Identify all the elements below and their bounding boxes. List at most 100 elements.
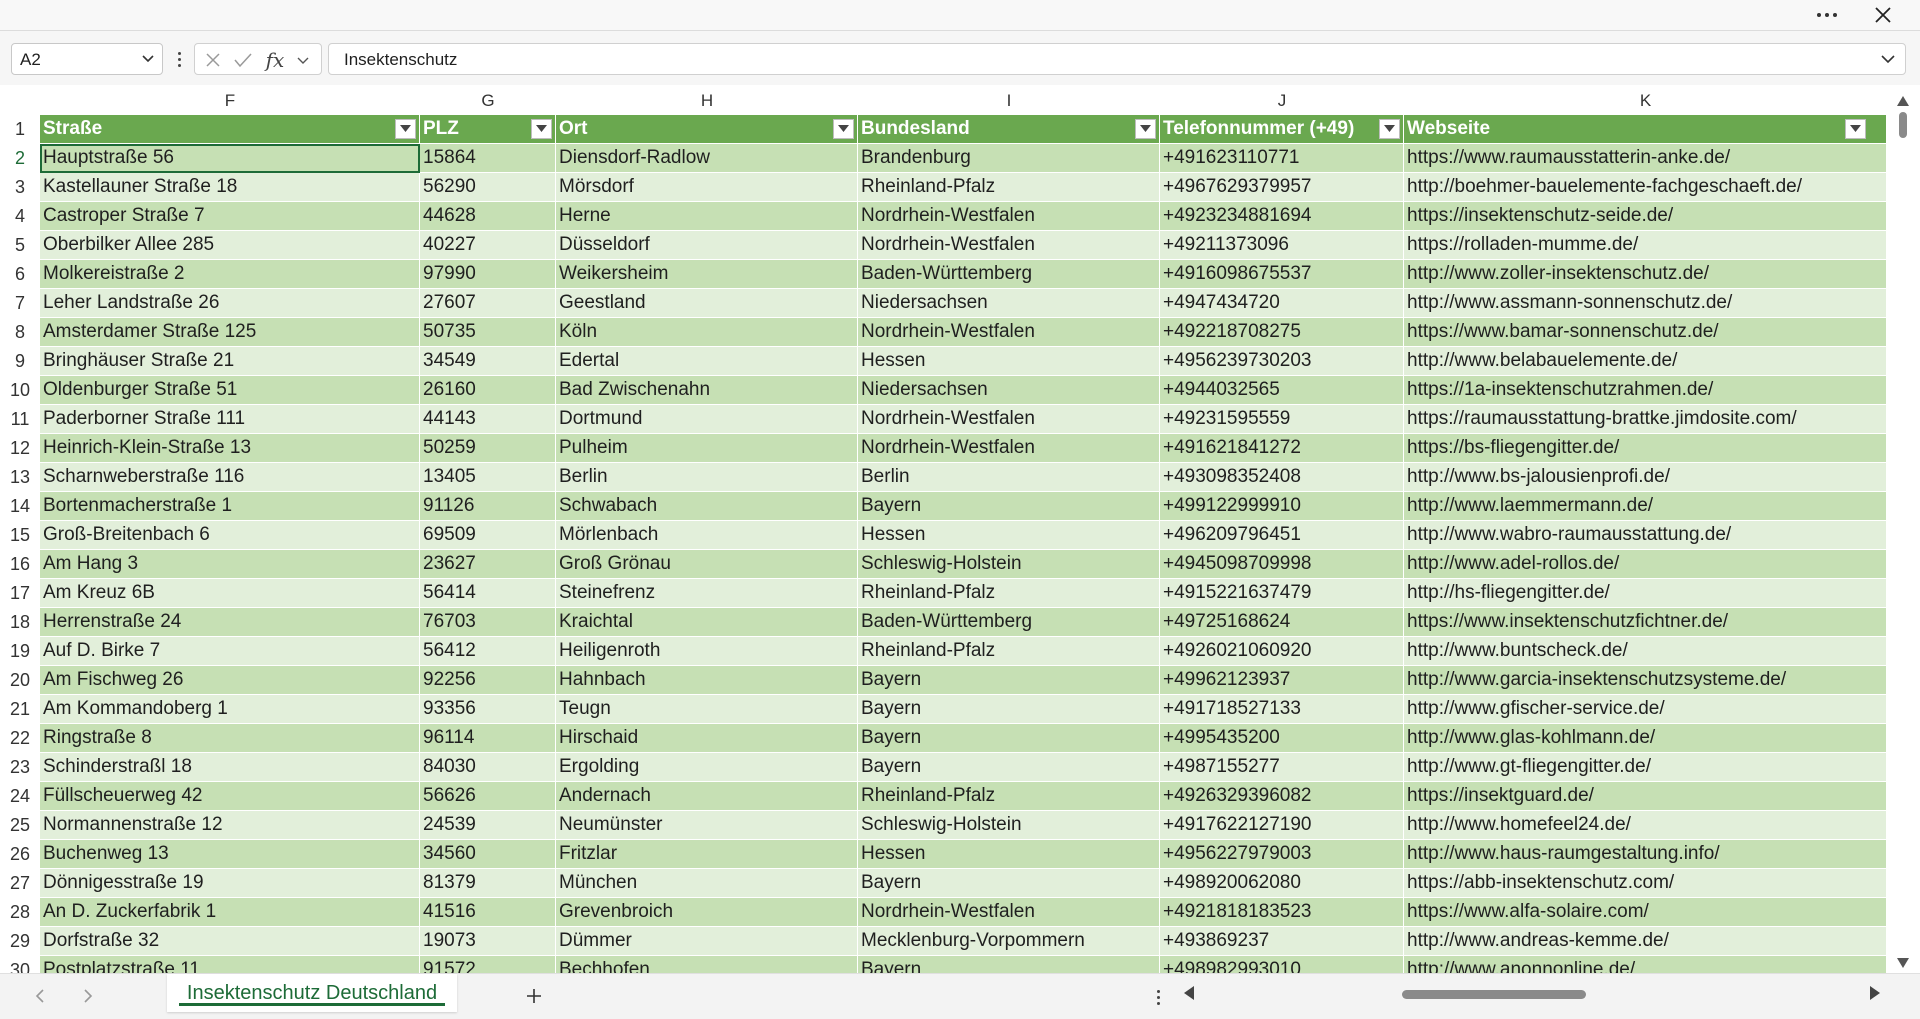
cell-bundesland[interactable]: Baden-Württemberg xyxy=(858,260,1160,288)
cell-strasse[interactable]: Am Kommandoberg 1 xyxy=(40,695,420,723)
row-header[interactable]: 15 xyxy=(0,521,40,550)
cell-webseite[interactable]: http://www.assmann-sonnenschutz.de/ xyxy=(1404,289,1887,317)
header-cell-telefonnummer[interactable]: Telefonnummer (+49) xyxy=(1160,115,1404,143)
cell-plz[interactable]: 44143 xyxy=(420,405,556,433)
cell-strasse[interactable]: Amsterdamer Straße 125 xyxy=(40,318,420,346)
cell-plz[interactable]: 24539 xyxy=(420,811,556,839)
sheet-tab-insektenschutz-deutschland[interactable]: Insektenschutz Deutschland xyxy=(167,974,457,1012)
tab-bar-options-icon[interactable] xyxy=(1154,986,1162,1008)
cell-ort[interactable]: Weikersheim xyxy=(556,260,858,288)
cell-strasse[interactable]: Leher Landstraße 26 xyxy=(40,289,420,317)
cell-ort[interactable]: Geestland xyxy=(556,289,858,317)
cell-telefonnummer[interactable]: +4947434720 xyxy=(1160,289,1404,317)
cancel-icon[interactable] xyxy=(201,48,225,72)
cell-telefonnummer[interactable]: +4926021060920 xyxy=(1160,637,1404,665)
formula-input[interactable]: Insektenschutz xyxy=(328,43,1906,75)
cell-webseite[interactable]: http://www.adel-rollos.de/ xyxy=(1404,550,1887,578)
cell-telefonnummer[interactable]: +4967629379957 xyxy=(1160,173,1404,201)
cell-telefonnummer[interactable]: +4923234881694 xyxy=(1160,202,1404,230)
cell-strasse[interactable]: Scharnweberstraße 116 xyxy=(40,463,420,491)
cell-ort[interactable]: Düsseldorf xyxy=(556,231,858,259)
scroll-down-arrow-icon[interactable] xyxy=(1897,955,1909,973)
cell-webseite[interactable]: http://hs-fliegengitter.de/ xyxy=(1404,579,1887,607)
cell-telefonnummer[interactable]: +491621841272 xyxy=(1160,434,1404,462)
cell-bundesland[interactable]: Nordrhein-Westfalen xyxy=(858,434,1160,462)
cell-ort[interactable]: Berlin xyxy=(556,463,858,491)
row-header[interactable]: 23 xyxy=(0,753,40,782)
cell-webseite[interactable]: https://rolladen-mumme.de/ xyxy=(1404,231,1887,259)
cell-strasse[interactable]: Am Fischweg 26 xyxy=(40,666,420,694)
cell-plz[interactable]: 56626 xyxy=(420,782,556,810)
cell-plz[interactable]: 81379 xyxy=(420,869,556,897)
cell-ort[interactable]: Dümmer xyxy=(556,927,858,955)
cell-bundesland[interactable]: Bayern xyxy=(858,956,1160,973)
cell-telefonnummer[interactable]: +49962123937 xyxy=(1160,666,1404,694)
row-header[interactable]: 14 xyxy=(0,492,40,521)
cell-ort[interactable]: Kraichtal xyxy=(556,608,858,636)
cell-telefonnummer[interactable]: +49231595559 xyxy=(1160,405,1404,433)
cell-bundesland[interactable]: Niedersachsen xyxy=(858,376,1160,404)
cell-telefonnummer[interactable]: +498920062080 xyxy=(1160,869,1404,897)
cell-plz[interactable]: 23627 xyxy=(420,550,556,578)
cell-webseite[interactable]: http://www.anonnonline.de/ xyxy=(1404,956,1887,973)
filter-dropdown-icon[interactable] xyxy=(1135,119,1156,139)
filter-dropdown-icon[interactable] xyxy=(1379,119,1400,139)
row-header[interactable]: 12 xyxy=(0,434,40,463)
cell-telefonnummer[interactable]: +4995435200 xyxy=(1160,724,1404,752)
cell-bundesland[interactable]: Bayern xyxy=(858,695,1160,723)
cell-bundesland[interactable]: Berlin xyxy=(858,463,1160,491)
cell-plz[interactable]: 34560 xyxy=(420,840,556,868)
cell-telefonnummer[interactable]: +499122999910 xyxy=(1160,492,1404,520)
row-header[interactable]: 16 xyxy=(0,550,40,579)
cell-webseite[interactable]: http://www.zoller-insektenschutz.de/ xyxy=(1404,260,1887,288)
column-header-k[interactable]: K xyxy=(1404,87,1887,115)
next-sheet-icon[interactable] xyxy=(78,986,98,1006)
row-header[interactable]: 6 xyxy=(0,260,40,289)
cell-ort[interactable]: Bechhofen xyxy=(556,956,858,973)
cell-strasse[interactable]: Molkereistraße 2 xyxy=(40,260,420,288)
cell-telefonnummer[interactable]: +4926329396082 xyxy=(1160,782,1404,810)
cell-bundesland[interactable]: Bayern xyxy=(858,753,1160,781)
cell-strasse[interactable]: Am Hang 3 xyxy=(40,550,420,578)
cell-ort[interactable]: Steinefrenz xyxy=(556,579,858,607)
filter-dropdown-icon[interactable] xyxy=(395,119,416,139)
cell-ort[interactable]: Schwabach xyxy=(556,492,858,520)
cell-strasse[interactable]: Am Kreuz 6B xyxy=(40,579,420,607)
formula-bar-options-icon[interactable] xyxy=(173,45,185,73)
row-header[interactable]: 19 xyxy=(0,637,40,666)
cell-telefonnummer[interactable]: +4916098675537 xyxy=(1160,260,1404,288)
cell-plz[interactable]: 91126 xyxy=(420,492,556,520)
cell-webseite[interactable]: http://boehmer-bauelemente-fachgeschaeft… xyxy=(1404,173,1887,201)
cell-telefonnummer[interactable]: +498982993010 xyxy=(1160,956,1404,973)
header-cell-ort[interactable]: Ort xyxy=(556,115,858,143)
more-options-icon[interactable] xyxy=(1804,0,1850,30)
cell-ort[interactable]: München xyxy=(556,869,858,897)
row-header[interactable]: 22 xyxy=(0,724,40,753)
cell-plz[interactable]: 27607 xyxy=(420,289,556,317)
row-header[interactable]: 27 xyxy=(0,869,40,898)
cell-plz[interactable]: 91572 xyxy=(420,956,556,973)
horizontal-scroll-thumb[interactable] xyxy=(1402,990,1586,999)
cell-plz[interactable]: 69509 xyxy=(420,521,556,549)
cell-ort[interactable]: Groß Grönau xyxy=(556,550,858,578)
cell-ort[interactable]: Grevenbroich xyxy=(556,898,858,926)
cell-ort[interactable]: Dortmund xyxy=(556,405,858,433)
cell-bundesland[interactable]: Niedersachsen xyxy=(858,289,1160,317)
cell-telefonnummer[interactable]: +4956239730203 xyxy=(1160,347,1404,375)
cell-telefonnummer[interactable]: +49725168624 xyxy=(1160,608,1404,636)
cell-plz[interactable]: 93356 xyxy=(420,695,556,723)
cell-strasse[interactable]: Füllscheuerweg 42 xyxy=(40,782,420,810)
cell-webseite[interactable]: https://insektenschutz-seide.de/ xyxy=(1404,202,1887,230)
cell-strasse[interactable]: Hauptstraße 56 xyxy=(40,144,420,172)
column-header-h[interactable]: H xyxy=(556,87,858,115)
row-header[interactable]: 18 xyxy=(0,608,40,637)
cell-webseite[interactable]: https://abb-insektenschutz.com/ xyxy=(1404,869,1887,897)
cell-bundesland[interactable]: Rheinland-Pfalz xyxy=(858,579,1160,607)
scroll-left-arrow-icon[interactable] xyxy=(1184,986,1194,1005)
row-header[interactable]: 28 xyxy=(0,898,40,927)
cell-plz[interactable]: 50259 xyxy=(420,434,556,462)
cell-bundesland[interactable]: Bayern xyxy=(858,492,1160,520)
cell-webseite[interactable]: https://www.raumausstatterin-anke.de/ xyxy=(1404,144,1887,172)
cell-plz[interactable]: 15864 xyxy=(420,144,556,172)
horizontal-scrollbar[interactable] xyxy=(1180,974,1880,1014)
